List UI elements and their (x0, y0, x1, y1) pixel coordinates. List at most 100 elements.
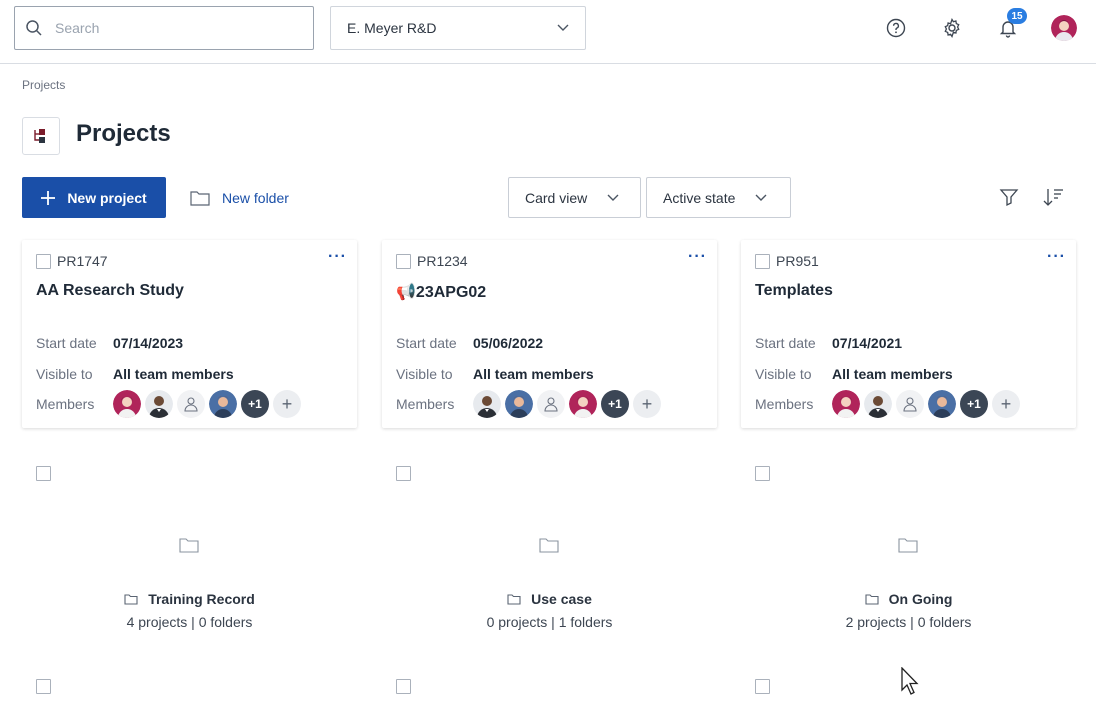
folder-tile[interactable]: Use case 0 projects | 1 folders (382, 455, 717, 645)
member-avatar[interactable] (537, 390, 565, 418)
new-folder-label: New folder (222, 189, 289, 206)
members-label: Members (396, 396, 455, 412)
project-card[interactable]: PR951 ··· Templates Start date 07/14/2021 Vis… (741, 240, 1076, 428)
folder-name-row[interactable]: Training Record (22, 591, 357, 607)
search-icon (26, 20, 42, 36)
project-name[interactable]: 📢23APG02 (396, 282, 486, 302)
search-box[interactable] (14, 6, 314, 50)
more-options-icon[interactable]: ··· (688, 248, 707, 266)
member-avatar[interactable] (832, 390, 860, 418)
members-list: +1 + (473, 390, 661, 418)
folder-icon (507, 593, 521, 605)
state-select[interactable]: Active state (646, 177, 791, 218)
state-select-value: Active state (663, 189, 736, 206)
more-options-icon[interactable]: ··· (1047, 248, 1066, 266)
folder-name-row[interactable]: On Going (741, 591, 1076, 607)
member-avatar[interactable] (113, 390, 141, 418)
start-date-label: Start date (36, 335, 97, 351)
members-list: +1 + (113, 390, 301, 418)
member-avatar[interactable] (177, 390, 205, 418)
mouse-cursor-icon (901, 667, 919, 695)
select-checkbox[interactable] (36, 254, 51, 269)
select-checkbox[interactable] (755, 679, 770, 694)
chevron-down-icon (557, 24, 569, 31)
folder-icon (539, 538, 559, 553)
member-avatar[interactable] (569, 390, 597, 418)
start-date-value: 07/14/2021 (832, 335, 903, 351)
project-card[interactable]: PR1234 ··· 📢23APG02 Start date 05/06/2022 Vis… (382, 240, 717, 428)
user-avatar[interactable] (1051, 15, 1077, 41)
start-date-label: Start date (396, 335, 457, 351)
add-member-button[interactable]: + (633, 390, 661, 418)
member-avatar[interactable] (928, 390, 956, 418)
add-member-button[interactable]: + (992, 390, 1020, 418)
new-project-label: New project (67, 189, 147, 206)
folder-tile[interactable]: Training Record 4 projects | 0 folders (22, 455, 357, 645)
folder-name-row[interactable]: Use case (382, 591, 717, 607)
more-members-count[interactable]: +1 (241, 390, 269, 418)
visible-to-value: All team members (113, 366, 234, 382)
folder-icon (124, 593, 138, 605)
more-members-count[interactable]: +1 (960, 390, 988, 418)
breadcrumb[interactable]: Projects (22, 78, 65, 92)
member-avatar[interactable] (473, 390, 501, 418)
visible-to-value: All team members (832, 366, 953, 382)
view-select-value: Card view (525, 189, 588, 206)
member-avatar[interactable] (505, 390, 533, 418)
visible-to-label: Visible to (755, 366, 812, 382)
visible-to-value: All team members (473, 366, 594, 382)
folder-icon (865, 593, 879, 605)
gear-icon[interactable] (940, 16, 964, 40)
select-checkbox[interactable] (396, 254, 411, 269)
folder-tile[interactable]: On Going 2 projects | 0 folders (741, 455, 1076, 645)
start-date-value: 05/06/2022 (473, 335, 544, 351)
start-date-label: Start date (755, 335, 816, 351)
folder-count: 4 projects | 0 folders (126, 614, 253, 630)
chevron-down-icon (607, 194, 619, 201)
projects-icon (22, 117, 60, 155)
folder-count: 0 projects | 1 folders (486, 614, 613, 630)
members-label: Members (755, 396, 814, 412)
chevron-down-icon (755, 194, 767, 201)
org-selector[interactable]: E. Meyer R&D (330, 6, 586, 50)
select-checkbox[interactable] (36, 466, 51, 481)
member-avatar[interactable] (145, 390, 173, 418)
sort-icon[interactable] (1042, 187, 1064, 207)
folder-name: On Going (888, 591, 953, 607)
filter-icon[interactable] (999, 187, 1019, 207)
new-project-button[interactable]: New project (22, 177, 166, 218)
new-folder-button[interactable]: New folder (190, 177, 289, 218)
help-icon[interactable] (884, 16, 908, 40)
select-checkbox[interactable] (36, 679, 51, 694)
select-checkbox[interactable] (396, 466, 411, 481)
folder-count: 2 projects | 0 folders (845, 614, 972, 630)
project-code: PR1234 (417, 253, 468, 269)
plus-icon (41, 190, 56, 205)
select-checkbox[interactable] (755, 254, 770, 269)
visible-to-label: Visible to (396, 366, 453, 382)
project-code: PR951 (776, 253, 819, 269)
select-checkbox[interactable] (396, 679, 411, 694)
folder-icon (179, 538, 199, 553)
more-options-icon[interactable]: ··· (328, 248, 347, 266)
view-select[interactable]: Card view (508, 177, 641, 218)
project-card[interactable]: PR1747 ··· AA Research Study Start date 07/1… (22, 240, 357, 428)
project-name[interactable]: Templates (755, 282, 833, 300)
members-list: +1 + (832, 390, 1020, 418)
folder-icon (898, 538, 918, 553)
member-avatar[interactable] (864, 390, 892, 418)
notification-badge: 15 (1007, 8, 1027, 24)
member-avatar[interactable] (209, 390, 237, 418)
folder-icon (190, 190, 210, 206)
member-avatar[interactable] (896, 390, 924, 418)
select-checkbox[interactable] (755, 466, 770, 481)
top-bar: E. Meyer R&D 15 (0, 0, 1096, 64)
search-input[interactable] (55, 20, 295, 36)
page-title: Projects (76, 120, 171, 147)
project-name[interactable]: AA Research Study (36, 282, 184, 300)
add-member-button[interactable]: + (273, 390, 301, 418)
folder-name: Training Record (148, 591, 255, 607)
project-code: PR1747 (57, 253, 108, 269)
visible-to-label: Visible to (36, 366, 93, 382)
more-members-count[interactable]: +1 (601, 390, 629, 418)
